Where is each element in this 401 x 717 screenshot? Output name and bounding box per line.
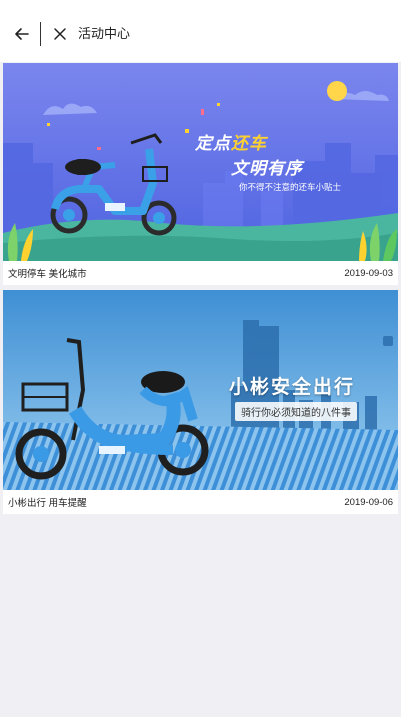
- top-nav-bar: 活动中心: [0, 0, 401, 62]
- activity-banner[interactable]: 定点还车 文明有序 你不得不注意的还车小贴士: [3, 63, 398, 261]
- activity-banner[interactable]: 小彬安全出行 骑行你必须知道的八件事: [3, 290, 398, 490]
- arrow-left-icon: [15, 28, 29, 40]
- page-title: 活动中心: [78, 26, 131, 41]
- banner-subtitle: 骑行你必须知道的八件事: [235, 402, 357, 421]
- activity-caption: 小彬出行 用车提醒: [8, 498, 87, 509]
- header-divider: [40, 22, 41, 46]
- banner-headline: 小彬安全出行: [229, 376, 356, 398]
- banner-illustration: [3, 63, 398, 261]
- activity-caption-row: 小彬出行 用车提醒 2019-09-06: [3, 490, 398, 514]
- banner-headline-line2: 文明有序: [231, 159, 303, 179]
- activity-date: 2019-09-06: [344, 496, 393, 508]
- activity-caption: 文明停车 美化城市: [8, 269, 87, 280]
- activity-caption-row: 文明停车 美化城市 2019-09-03: [3, 261, 398, 285]
- activity-card[interactable]: 定点还车 文明有序 你不得不注意的还车小贴士 文明停车 美化城市 2019-09…: [3, 63, 398, 285]
- banner-headline-line1: 定点还车: [195, 134, 267, 154]
- activity-date: 2019-09-03: [344, 267, 393, 279]
- close-icon: [54, 28, 66, 40]
- back-button[interactable]: [8, 20, 36, 48]
- banner-subtitle: 你不得不注意的还车小贴士: [239, 183, 342, 193]
- activity-card[interactable]: 小彬安全出行 骑行你必须知道的八件事 小彬出行 用车提醒 2019-09-06: [3, 290, 398, 514]
- close-button[interactable]: [46, 20, 74, 48]
